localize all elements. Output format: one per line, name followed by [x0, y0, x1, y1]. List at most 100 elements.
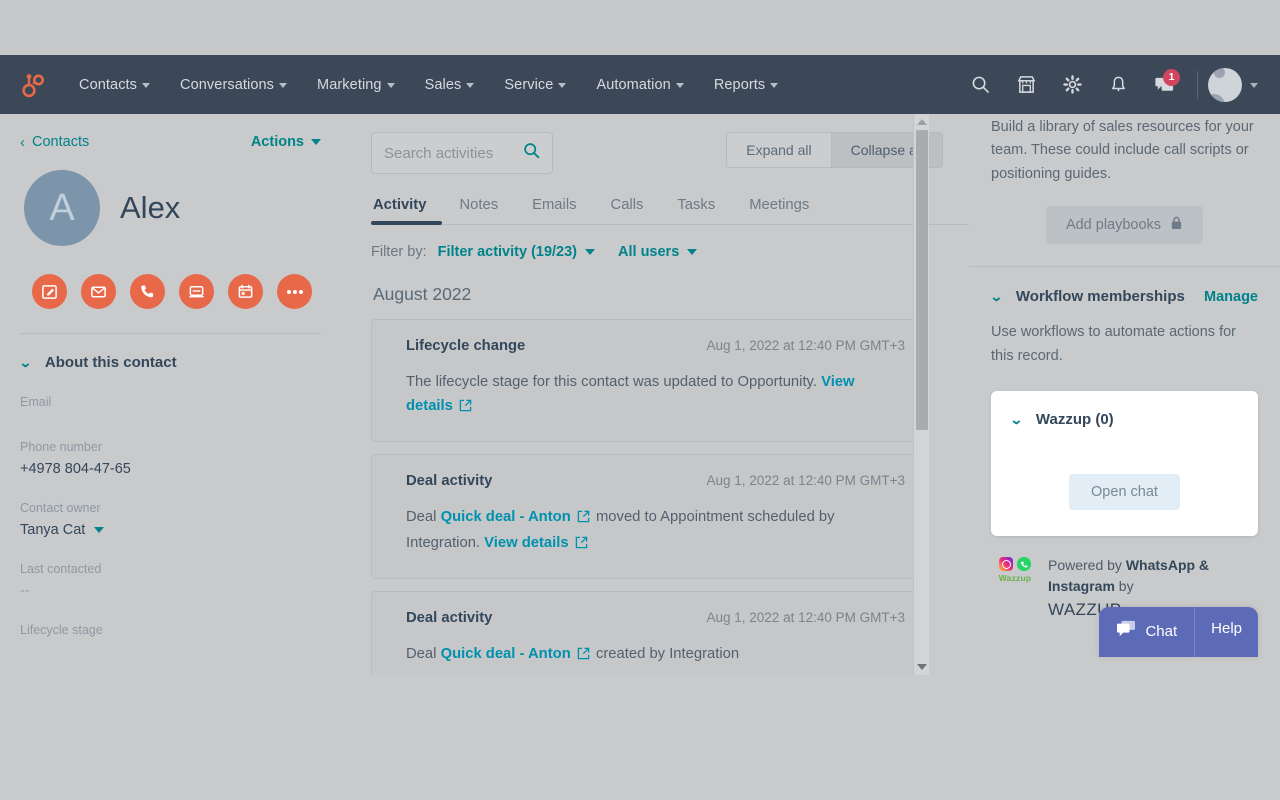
- app-root: Contacts Conversations Marketing Sales S…: [0, 0, 1280, 800]
- external-link-icon[interactable]: [575, 533, 588, 557]
- chevron-down-icon: [279, 83, 288, 88]
- deal-link[interactable]: Quick deal - Anton: [441, 646, 571, 662]
- deal-link[interactable]: Quick deal - Anton: [441, 509, 571, 525]
- workflow-memberships-header: ⌄ Workflow memberships Manage: [989, 288, 1258, 306]
- expand-all-button[interactable]: Expand all: [727, 133, 831, 167]
- wazzup-header[interactable]: ⌄ Wazzup (0): [1010, 411, 1238, 428]
- activity-timestamp: Aug 1, 2022 at 12:40 PM GMT+3: [706, 338, 906, 353]
- field-value[interactable]: --: [20, 583, 321, 599]
- note-icon[interactable]: [32, 274, 67, 309]
- tab-calls[interactable]: Calls: [594, 193, 661, 224]
- tab-emails[interactable]: Emails: [515, 193, 593, 224]
- nav-item-conversations[interactable]: Conversations: [165, 71, 302, 99]
- scroll-up-arrow-icon[interactable]: [914, 114, 930, 130]
- quick-action-buttons: [20, 274, 321, 309]
- notifications-icon[interactable]: 1: [1141, 63, 1187, 107]
- scrollbar-thumb[interactable]: [916, 130, 928, 430]
- field-email: Email: [20, 395, 321, 416]
- nav-label: Conversations: [180, 76, 275, 93]
- marketplace-icon[interactable]: [1003, 63, 1049, 107]
- external-link-icon[interactable]: [577, 644, 590, 668]
- account-chevron-down-icon[interactable]: [1242, 63, 1266, 107]
- navbar-divider: [1197, 70, 1198, 99]
- contact-sidebar: ‹ Contacts Actions A Alex ⌄ About this c…: [0, 114, 341, 675]
- gear-icon[interactable]: [1049, 63, 1095, 107]
- chevron-down-icon: [386, 83, 395, 88]
- filter-activity-dropdown[interactable]: Filter activity (19/23): [437, 244, 596, 260]
- field-lifecycle-stage: Lifecycle stage: [20, 623, 321, 644]
- actions-dropdown[interactable]: Actions: [251, 134, 321, 150]
- chevron-left-icon: ‹: [20, 133, 25, 151]
- wazzup-logo-word: Wazzup: [998, 573, 1032, 584]
- external-link-icon[interactable]: [459, 396, 472, 420]
- activity-body: Deal Quick deal - Anton moved to Appoint…: [406, 505, 905, 558]
- about-this-contact-section: ⌄ About this contact Email Phone number …: [0, 334, 341, 644]
- chevron-down-icon: [770, 83, 779, 88]
- search-icon: [523, 142, 540, 164]
- external-link-icon[interactable]: [577, 507, 590, 531]
- chevron-down-icon: [94, 527, 105, 533]
- about-section-toggle[interactable]: ⌄ About this contact: [18, 354, 321, 371]
- activity-body: Deal Quick deal - Anton created by Integ…: [406, 642, 905, 668]
- field-label: Phone number: [20, 440, 103, 454]
- filter-bar: Filter by: Filter activity (19/23) All u…: [371, 244, 969, 260]
- help-button[interactable]: Help: [1195, 607, 1258, 657]
- navbar-menu: Contacts Conversations Marketing Sales S…: [64, 71, 957, 99]
- open-chat-button[interactable]: Open chat: [1069, 474, 1180, 511]
- hubspot-sprocket-logo-icon[interactable]: [18, 70, 48, 100]
- chat-button[interactable]: Chat: [1099, 607, 1196, 657]
- field-label: Last contacted: [20, 562, 102, 576]
- tab-meetings[interactable]: Meetings: [732, 193, 826, 224]
- view-details-link[interactable]: View details: [484, 535, 568, 551]
- nav-item-service[interactable]: Service: [489, 71, 581, 99]
- nav-label: Reports: [713, 76, 766, 93]
- activity-text: The lifecycle stage for this contact was…: [406, 374, 817, 390]
- wazzup-logos: Wazzup: [991, 555, 1039, 583]
- manage-workflows-link[interactable]: Manage: [1204, 289, 1258, 305]
- all-users-dropdown[interactable]: All users: [618, 244, 698, 260]
- tab-activity[interactable]: Activity: [371, 193, 443, 225]
- meeting-icon[interactable]: [228, 274, 263, 309]
- main-content: ‹ Contacts Actions A Alex ⌄ About this c…: [0, 114, 1280, 675]
- activity-text-pre: Deal: [406, 508, 437, 525]
- chat-help-widget: Chat Help: [1099, 607, 1258, 657]
- scroll-down-arrow-icon[interactable]: [914, 659, 930, 675]
- tab-tasks[interactable]: Tasks: [660, 193, 732, 224]
- nav-item-contacts[interactable]: Contacts: [64, 71, 165, 99]
- filter-activity-label: Filter activity (19/23): [437, 244, 578, 260]
- activity-card[interactable]: Lifecycle change Aug 1, 2022 at 12:40 PM…: [371, 319, 928, 442]
- nav-label: Service: [504, 76, 554, 93]
- playbooks-description: Build a library of sales resources for y…: [991, 119, 1254, 182]
- notification-badge: 1: [1163, 68, 1180, 86]
- chevron-down-icon: [558, 83, 567, 88]
- workflow-title: Workflow memberships: [1015, 288, 1185, 306]
- chevron-down-icon: ⌄: [18, 354, 33, 370]
- search-activities-input[interactable]: Search activities: [371, 132, 553, 174]
- nav-item-marketing[interactable]: Marketing: [302, 71, 410, 99]
- log-activity-icon[interactable]: [179, 274, 214, 309]
- back-to-contacts-link[interactable]: ‹ Contacts: [20, 134, 89, 150]
- bell-icon[interactable]: [1095, 63, 1141, 107]
- month-header: August 2022: [373, 284, 472, 304]
- add-playbooks-button[interactable]: Add playbooks: [1045, 206, 1204, 245]
- nav-item-automation[interactable]: Automation: [581, 71, 698, 99]
- field-value[interactable]: +4978 804-47-65: [20, 461, 321, 477]
- more-icon[interactable]: [277, 274, 312, 309]
- nav-item-reports[interactable]: Reports: [699, 71, 793, 99]
- tab-notes[interactable]: Notes: [442, 193, 515, 224]
- chevron-down-icon: [311, 139, 321, 145]
- chevron-down-icon: ⌄: [989, 288, 1004, 304]
- email-icon[interactable]: [81, 274, 116, 309]
- workflow-toggle[interactable]: ⌄ Workflow memberships: [989, 288, 1185, 306]
- nav-item-sales[interactable]: Sales: [410, 71, 490, 99]
- call-icon[interactable]: [130, 274, 165, 309]
- activity-body: The lifecycle stage for this contact was…: [406, 370, 905, 421]
- field-value-wrapper[interactable]: Tanya Cat: [20, 522, 321, 538]
- field-phone-number: Phone number +4978 804-47-65: [20, 440, 321, 477]
- nav-label: Contacts: [79, 76, 138, 93]
- activity-card[interactable]: Deal activity Aug 1, 2022 at 12:40 PM GM…: [371, 590, 928, 675]
- user-avatar[interactable]: [1208, 67, 1242, 102]
- search-icon[interactable]: [957, 63, 1003, 107]
- activity-panel-scrollbar[interactable]: [913, 114, 929, 675]
- activity-card[interactable]: Deal activity Aug 1, 2022 at 12:40 PM GM…: [371, 453, 928, 579]
